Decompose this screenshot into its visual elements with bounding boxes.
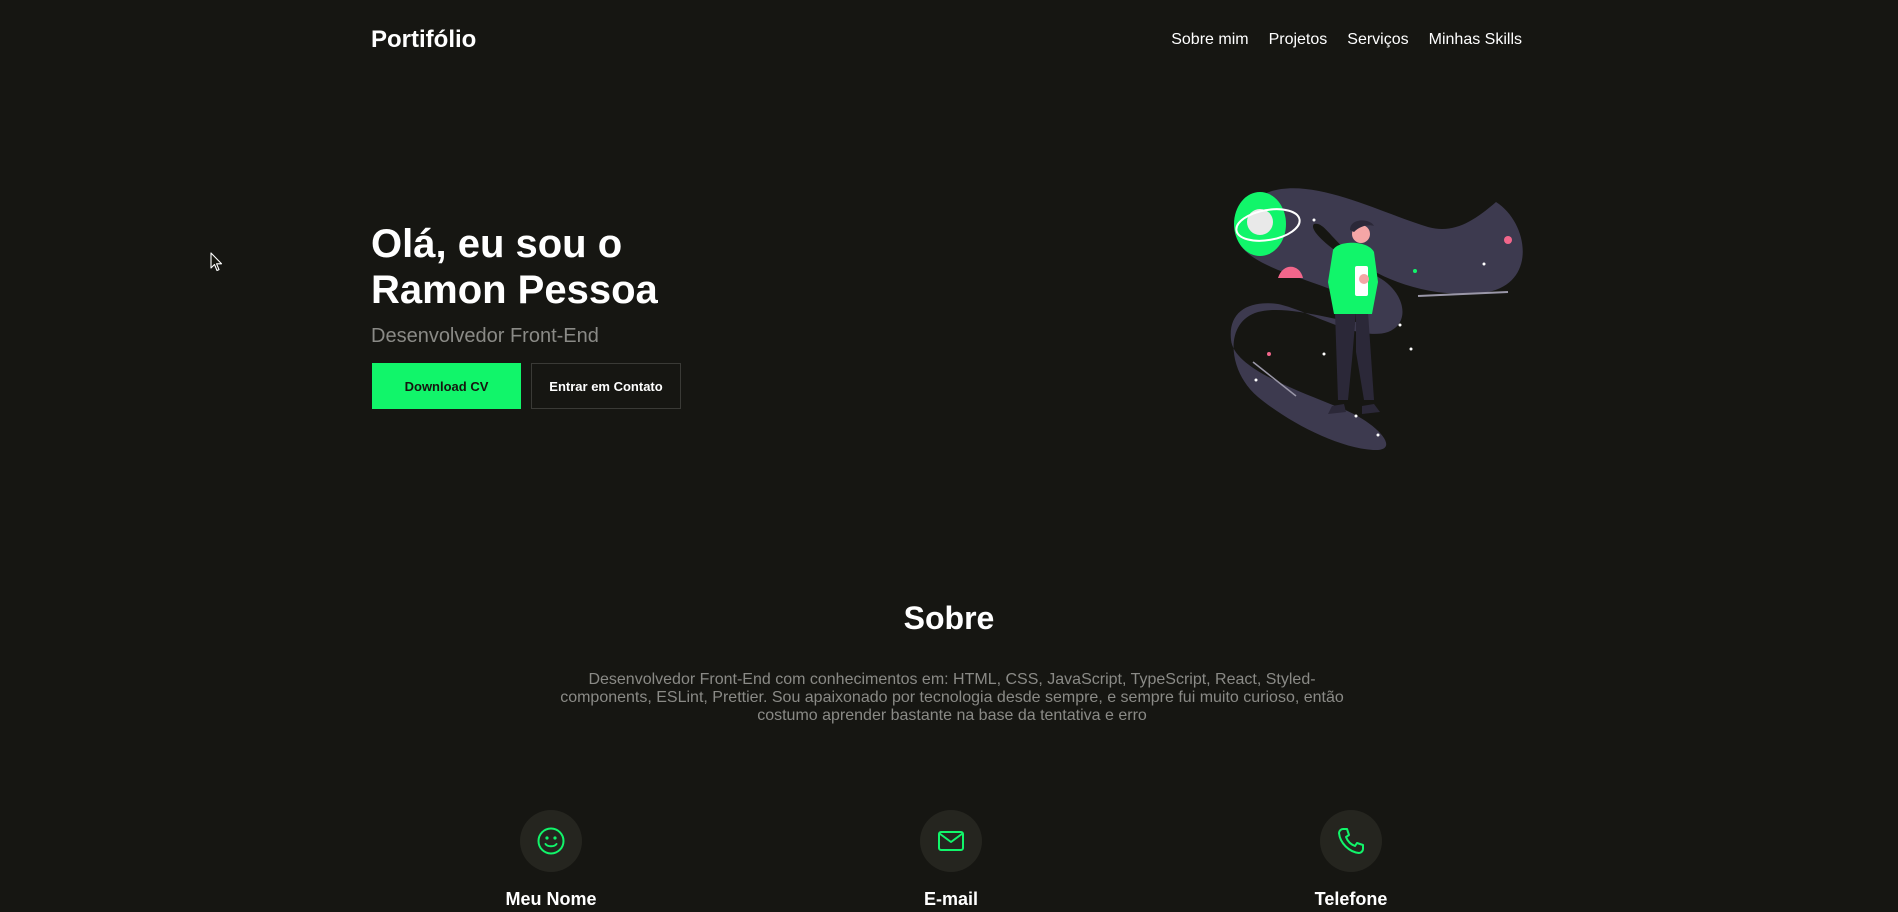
hero-subtitle: Desenvolvedor Front-End [371, 325, 599, 347]
hero-section: Olá, eu sou o Ramon Pessoa Desenvolvedor… [371, 221, 791, 409]
mouse-cursor-icon [210, 252, 223, 272]
contact-card-label: Meu Nome [505, 889, 597, 909]
hero-illustration [1230, 188, 1523, 450]
hero-title: Olá, eu sou o Ramon Pessoa [371, 221, 791, 313]
hero-title-line-2: Ramon Pessoa [371, 268, 658, 312]
download-cv-button[interactable]: Download CV [372, 363, 521, 409]
site-logo[interactable]: Portifólio [371, 26, 476, 54]
smile-icon [520, 810, 582, 872]
phone-icon [1320, 810, 1382, 872]
hero-buttons: Download CV Entrar em Contato [372, 363, 791, 409]
about-text: Desenvolvedor Front-End com conhecimento… [560, 671, 1344, 724]
contact-card-email: E-mail [831, 810, 1071, 910]
contact-card-label: E-mail [923, 889, 979, 909]
nav-link-sobre-mim[interactable]: Sobre mim [1171, 31, 1248, 49]
contact-card-name: Meu Nome [431, 810, 671, 910]
about-title: Sobre [903, 600, 995, 636]
mail-icon [920, 810, 982, 872]
contact-card-phone: Telefone [1231, 810, 1471, 910]
nav-link-servicos[interactable]: Serviços [1347, 31, 1408, 49]
contact-card-label: Telefone [1314, 889, 1388, 909]
site-header: Portifólio Sobre mim Projetos Serviços M… [371, 22, 1523, 58]
page: Portifólio Sobre mim Projetos Serviços M… [0, 0, 1898, 912]
contact-button[interactable]: Entrar em Contato [531, 363, 681, 409]
nav-link-minhas-skills[interactable]: Minhas Skills [1429, 31, 1522, 49]
hero-title-line-1: Olá, eu sou o [371, 222, 623, 266]
main-nav: Sobre mim Projetos Serviços Minhas Skill… [1171, 31, 1522, 49]
nav-link-projetos[interactable]: Projetos [1269, 31, 1328, 49]
